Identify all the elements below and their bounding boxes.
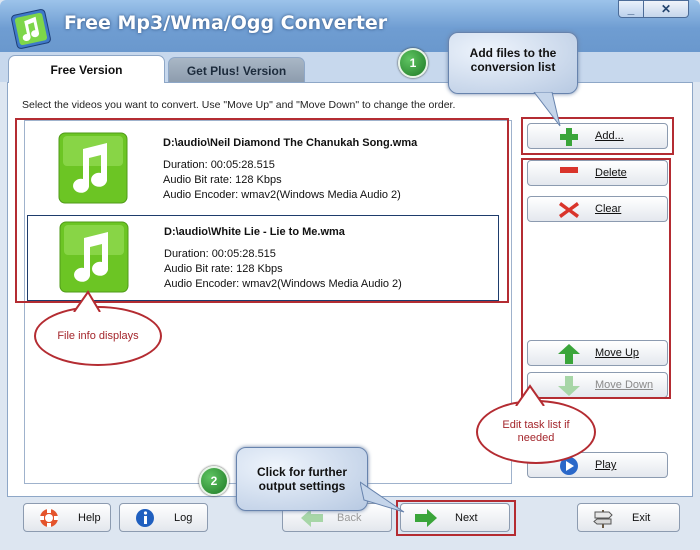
step-1-callout: Add files to the conversion list [448, 32, 578, 94]
help-button[interactable]: Help [23, 503, 111, 532]
log-button[interactable]: Log [119, 503, 208, 532]
cloud-tail [515, 384, 545, 406]
exit-button-label: Exit [632, 512, 651, 524]
help-button-label: Help [78, 512, 101, 524]
window-title: Free Mp3/Wma/Ogg Converter [64, 12, 388, 34]
info-icon [136, 509, 154, 527]
signpost-icon [593, 510, 613, 528]
tab-get-plus-version[interactable]: Get Plus! Version [168, 57, 305, 84]
edit-buttons-highlight [521, 158, 671, 399]
back-button-label: Back [337, 512, 362, 524]
tab-free-version[interactable]: Free Version [8, 55, 165, 83]
step-2-badge: 2 [199, 466, 229, 496]
app-music-icon [11, 9, 51, 49]
log-button-label: Log [174, 512, 193, 524]
minimize-button[interactable]: _ [618, 0, 644, 18]
callout-pointer [533, 92, 561, 127]
instruction-text: Select the videos you want to convert. U… [22, 99, 456, 111]
file-list-highlight [15, 118, 509, 303]
exit-button[interactable]: Exit [577, 503, 680, 532]
cloud-tail [73, 290, 101, 312]
edit-task-cloud-note: Edit task list if needed [476, 400, 596, 464]
play-button-label: Play [595, 459, 617, 471]
step-2-callout: Click for further output settings [236, 447, 368, 511]
close-button[interactable]: ✕ [643, 0, 689, 18]
step-1-badge: 1 [398, 48, 428, 78]
callout-pointer [360, 481, 405, 513]
arrow-left-icon [301, 509, 323, 527]
title-bar: Free Mp3/Wma/Ogg Converter _ ✕ [0, 0, 700, 52]
lifebuoy-icon [40, 509, 58, 527]
next-button-highlight [396, 500, 516, 536]
file-info-cloud-note: File info displays [34, 306, 162, 366]
